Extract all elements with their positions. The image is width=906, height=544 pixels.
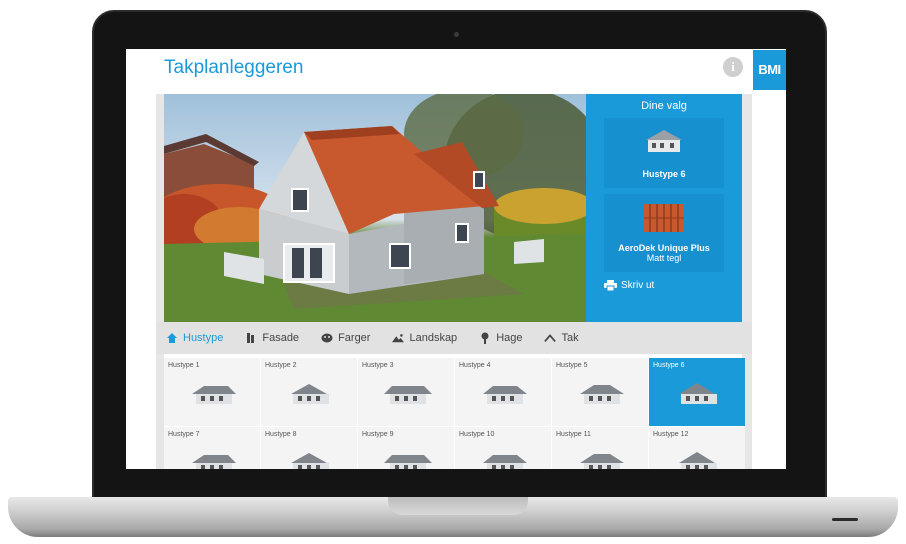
house-type-item[interactable]: Hustype 5 bbox=[552, 358, 648, 426]
print-label: Skriv ut bbox=[621, 280, 655, 291]
laptop-indicator bbox=[832, 518, 858, 521]
house-type-label: Hustype 11 bbox=[556, 431, 591, 438]
house-type-item[interactable]: Hustype 1 bbox=[164, 358, 260, 426]
webcam bbox=[454, 32, 459, 37]
tab-landskap[interactable]: Landskap bbox=[392, 322, 457, 354]
tab-label: Landskap bbox=[409, 332, 458, 344]
house-type-label: Hustype 5 bbox=[556, 362, 588, 369]
house-thumbnail-icon bbox=[679, 452, 717, 469]
choices-heading: Dine valg bbox=[641, 100, 687, 112]
content-margin-left bbox=[156, 94, 164, 469]
house-icon bbox=[167, 333, 177, 343]
house-illustration bbox=[164, 94, 586, 322]
house-thumbnail-icon bbox=[384, 455, 432, 469]
house-type-item[interactable]: Hustype 2 bbox=[261, 358, 357, 426]
house-type-label: Hustype 8 bbox=[265, 431, 297, 438]
house-type-item[interactable]: Hustype 10 bbox=[455, 427, 551, 469]
house-type-label: Hustype 3 bbox=[362, 362, 394, 369]
house-type-label: Hustype 10 bbox=[459, 431, 495, 438]
tab-label: Fasade bbox=[262, 332, 300, 344]
print-button[interactable]: Skriv ut bbox=[604, 280, 654, 291]
tab-hustype[interactable]: Hustype bbox=[166, 322, 223, 354]
house-type-label: Hustype 9 bbox=[362, 431, 394, 438]
house-type-item[interactable]: Hustype 11 bbox=[552, 427, 648, 469]
palette-icon bbox=[321, 333, 333, 343]
tab-farger[interactable]: Farger bbox=[321, 322, 370, 354]
tab-tak[interactable]: Tak bbox=[544, 322, 579, 354]
roof-tile-icon bbox=[644, 204, 684, 232]
house-preview-scene bbox=[164, 94, 586, 322]
house-type-item[interactable]: Hustype 6 bbox=[649, 358, 745, 426]
house-type-item[interactable]: Hustype 12 bbox=[649, 427, 745, 469]
house-thumbnail-icon bbox=[291, 384, 329, 404]
house-thumbnail-icon bbox=[192, 455, 236, 469]
tab-hage[interactable]: Hage bbox=[479, 322, 522, 354]
tab-fasade[interactable]: Fasade bbox=[245, 322, 299, 354]
selected-roof-card[interactable]: AeroDek Unique Plus Matt tegl bbox=[604, 194, 724, 272]
house-thumbnail-icon bbox=[646, 130, 682, 152]
house-type-item[interactable]: Hustype 7 bbox=[164, 427, 260, 469]
tab-label: Hustype bbox=[183, 332, 224, 344]
house-type-item[interactable]: Hustype 9 bbox=[358, 427, 454, 469]
house-thumbnail-icon bbox=[291, 453, 329, 469]
landscape-icon bbox=[392, 334, 405, 343]
screen: Takplanleggeren i BMI Dine valg Hustype … bbox=[126, 49, 786, 469]
house-type-label: Hustype 4 bbox=[459, 362, 491, 369]
house-type-item[interactable]: Hustype 3 bbox=[358, 358, 454, 426]
house-type-label: Hustype 6 bbox=[653, 362, 685, 369]
info-icon[interactable]: i bbox=[723, 57, 743, 77]
house-thumbnail-icon bbox=[384, 386, 432, 404]
house-type-label: Hustype 12 bbox=[653, 431, 689, 438]
selected-roof-subtitle: Matt tegl bbox=[646, 253, 682, 263]
house-type-item[interactable]: Hustype 4 bbox=[455, 358, 551, 426]
category-tabbar: Hustype Fasade Farger Landskap Hage Tak bbox=[156, 322, 752, 354]
roof-icon bbox=[544, 334, 557, 342]
selected-house-name: Hustype 6 bbox=[642, 169, 686, 179]
house-thumbnail-icon bbox=[483, 455, 527, 469]
selected-house-card[interactable]: Hustype 6 bbox=[604, 118, 724, 188]
tab-label: Hage bbox=[496, 332, 523, 344]
house-type-item[interactable]: Hustype 8 bbox=[261, 427, 357, 469]
tab-label: Farger bbox=[338, 332, 371, 344]
choices-panel: Dine valg Hustype 6 AeroDek Unique Plus … bbox=[586, 94, 742, 322]
bmi-logo: BMI bbox=[753, 50, 786, 90]
selected-roof-name: AeroDek Unique Plus bbox=[618, 243, 710, 253]
house-thumbnail-icon bbox=[679, 383, 717, 404]
house-thumbnail-icon bbox=[192, 386, 236, 404]
facade-icon bbox=[247, 333, 255, 343]
house-thumbnail-icon bbox=[580, 385, 624, 404]
laptop-opening-notch bbox=[388, 497, 528, 515]
house-type-label: Hustype 1 bbox=[168, 362, 200, 369]
house-thumbnail-icon bbox=[580, 454, 624, 469]
tab-label: Tak bbox=[561, 332, 579, 344]
house-type-grid: Hustype 1 Hustype 2 Hustype 3 Hustype 4 Hust… bbox=[164, 358, 745, 469]
house-type-label: Hustype 7 bbox=[168, 431, 200, 438]
tree-icon bbox=[481, 332, 489, 344]
printer-icon bbox=[604, 280, 617, 291]
house-thumbnail-icon bbox=[483, 386, 527, 404]
app-title: Takplanleggeren bbox=[164, 57, 304, 78]
house-type-label: Hustype 2 bbox=[265, 362, 297, 369]
